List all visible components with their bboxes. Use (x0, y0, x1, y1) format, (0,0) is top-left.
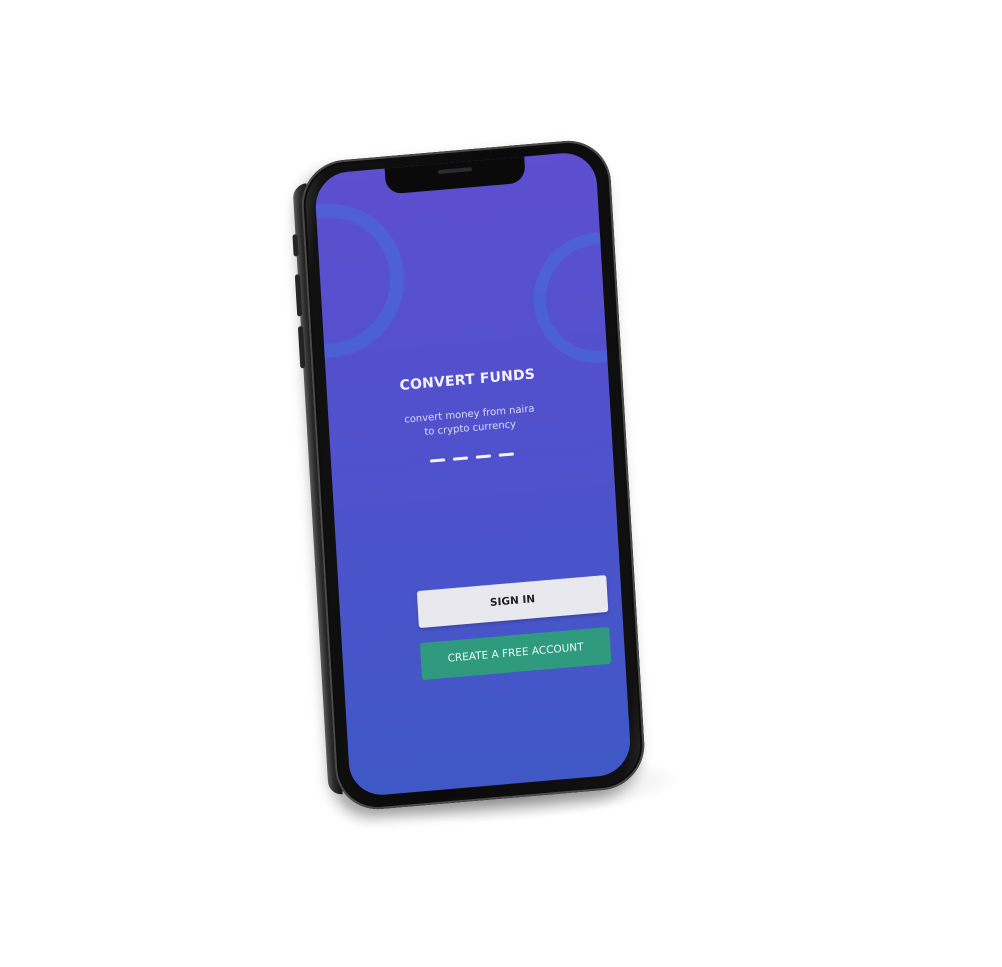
onboarding-subtitle: convert money from naira to crypto curre… (403, 403, 535, 438)
create-account-button[interactable]: CREATE A FREE ACCOUNT (419, 626, 612, 681)
sign-in-button[interactable]: SIGN IN (416, 574, 609, 629)
page-indicator-dot-1[interactable] (430, 458, 446, 463)
page-indicator-dot-4[interactable] (498, 452, 514, 457)
decorative-ring-left (313, 197, 409, 365)
page-indicator-dot-3[interactable] (475, 454, 491, 459)
speaker-grille (437, 167, 472, 174)
mockup-stage: CONVERT FUNDS convert money from naira t… (0, 0, 1002, 967)
phone-mockup: CONVERT FUNDS convert money from naira t… (292, 137, 647, 813)
app-screen: CONVERT FUNDS convert money from naira t… (313, 150, 632, 798)
page-indicator (331, 444, 612, 471)
page-indicator-dot-2[interactable] (452, 456, 469, 461)
onboarding-title: CONVERT FUNDS (399, 366, 536, 394)
